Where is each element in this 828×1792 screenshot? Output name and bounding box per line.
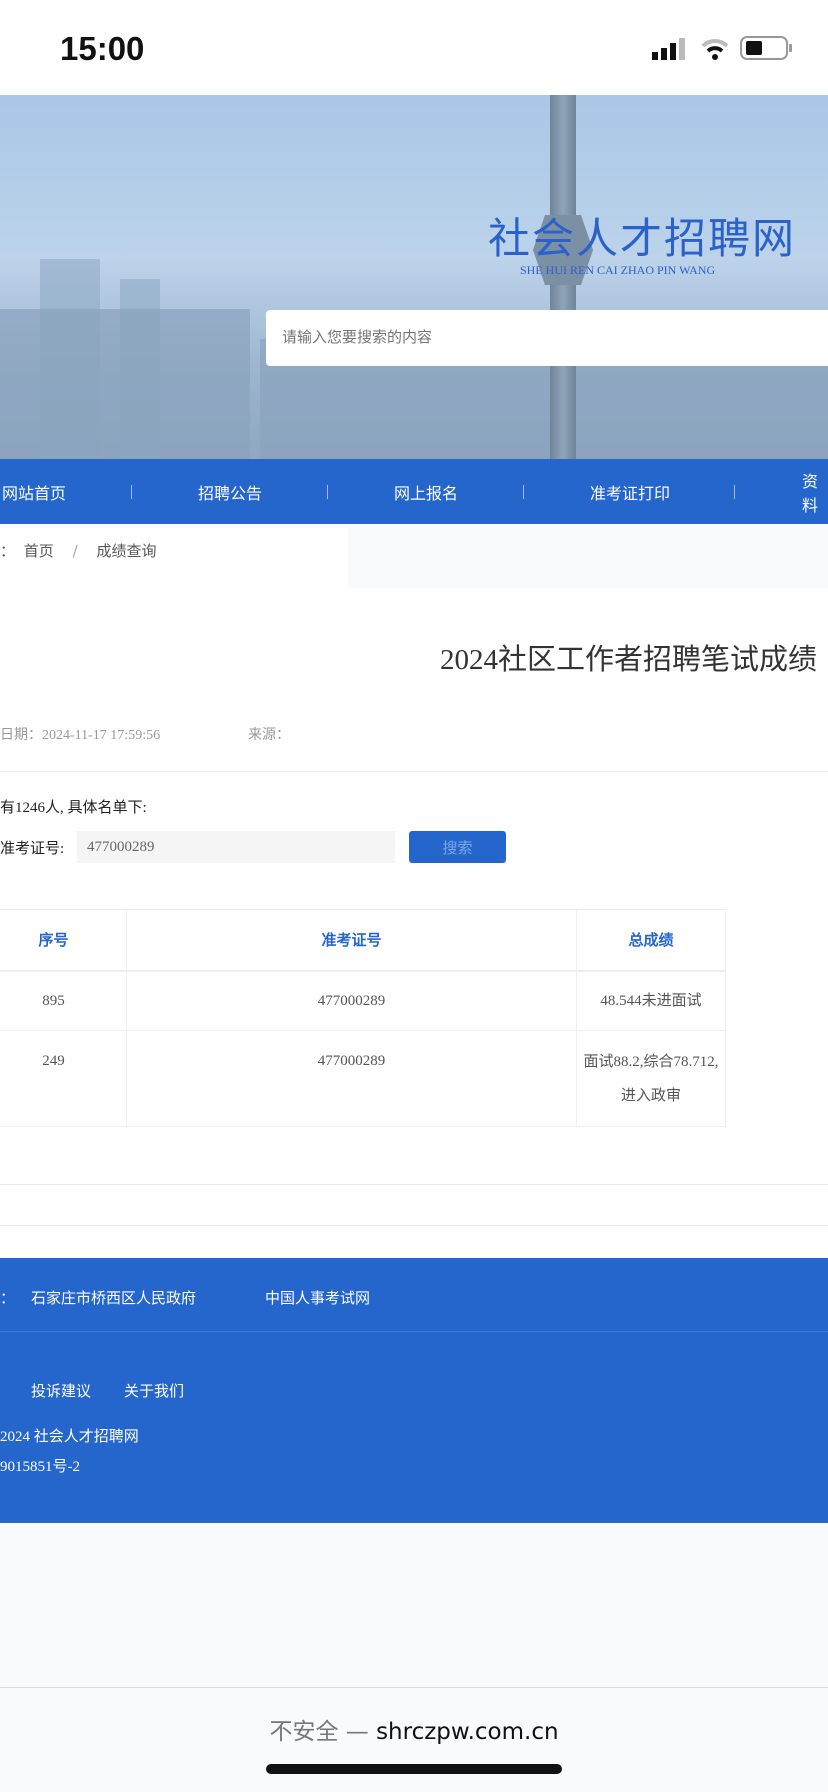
- summary-text: 有1246人, 具体名单下:: [0, 800, 147, 816]
- footer-icp[interactable]: 9015851号-2: [0, 1455, 80, 1476]
- nav-registration[interactable]: 网上报名: [394, 480, 458, 504]
- url-text: shrczpw.com.cn: [376, 1719, 559, 1745]
- cell-index: 895: [0, 970, 127, 1031]
- cell-admission: 477000289: [126, 970, 577, 1031]
- status-bar: 15:00: [0, 0, 828, 95]
- nav-materials[interactable]: 资料: [802, 468, 828, 516]
- article-date: 日期：2024-11-17 17:59:56: [0, 724, 160, 744]
- footer-link-complaint[interactable]: 投诉建议: [31, 1380, 91, 1401]
- footer-copyright: 2024 社会人才招聘网: [0, 1429, 139, 1445]
- main-nav: 网站首页 招聘公告 网上报名 准考证打印 资料: [0, 459, 828, 524]
- article-source: 来源：: [248, 728, 290, 743]
- address-bar-url[interactable]: 不安全 — shrczpw.com.cn: [0, 1712, 828, 1746]
- date-value: 2024-11-17 17:59:56: [42, 728, 161, 743]
- article-title: 2024社区工作者招聘笔试成绩: [440, 644, 818, 676]
- nav-home[interactable]: 网站首页: [2, 480, 66, 504]
- footer-link-exam[interactable]: 中国人事考试网: [265, 1287, 370, 1308]
- cell-index: 249: [0, 1030, 127, 1127]
- site-logo-title: 社会人才招聘网: [488, 214, 797, 263]
- footer-link-gov[interactable]: 石家庄市桥西区人民政府: [31, 1287, 196, 1308]
- insecure-label: 不安全 —: [269, 1719, 377, 1745]
- table-row: 249 477000289 面试88.2,综合78.712,进入政审: [0, 1030, 726, 1127]
- breadcrumb-separator: /: [72, 542, 78, 560]
- battery-icon: [740, 36, 792, 60]
- breadcrumb-current: 成绩查询: [96, 542, 157, 560]
- col-header-admission: 准考证号: [126, 909, 577, 972]
- cell-score: 面试88.2,综合78.712,进入政审: [576, 1030, 726, 1127]
- site-logo-subtitle: SHE HUI REN CAI ZHAO PIN WANG: [520, 263, 716, 277]
- divider: [0, 1184, 828, 1185]
- nav-announcements[interactable]: 招聘公告: [198, 480, 262, 504]
- footer-divider: [0, 1331, 828, 1332]
- home-indicator[interactable]: [266, 1764, 562, 1774]
- breadcrumb-prefix: ：: [0, 542, 16, 560]
- footer: ： 石家庄市桥西区人民政府 中国人事考试网 投诉建议 关于我们 2024 社会人…: [0, 1258, 828, 1523]
- divider: [0, 1225, 828, 1226]
- status-time: 15:00: [60, 30, 145, 67]
- col-header-index: 序号: [0, 909, 127, 972]
- site-search-input[interactable]: [266, 310, 828, 366]
- breadcrumb-home[interactable]: 首页: [24, 542, 54, 560]
- footer-links-prefix: ：: [0, 1289, 16, 1307]
- admission-number-input[interactable]: [77, 831, 395, 863]
- search-button[interactable]: 搜索: [409, 831, 506, 863]
- signal-icon: [652, 38, 685, 60]
- footer-link-about[interactable]: 关于我们: [124, 1380, 184, 1401]
- cell-score: 48.544未进面试: [576, 970, 726, 1031]
- divider: [0, 771, 828, 772]
- table-row: 895 477000289 48.544未进面试: [0, 970, 726, 1031]
- cell-admission: 477000289: [126, 1030, 577, 1127]
- col-header-score: 总成绩: [576, 909, 726, 972]
- score-table: 序号 准考证号 总成绩 895 477000289 48.544未进面试 249…: [0, 909, 726, 1127]
- nav-admission-ticket[interactable]: 准考证打印: [590, 480, 670, 504]
- breadcrumb: ： 首页 / 成绩查询: [0, 528, 348, 588]
- wifi-icon: [701, 39, 729, 60]
- date-label: 日期：: [0, 728, 42, 743]
- query-label: 准考证号:: [0, 841, 65, 857]
- table-header: 序号 准考证号 总成绩: [0, 909, 726, 972]
- header-banner: 社会人才招聘网 SHE HUI REN CAI ZHAO PIN WANG: [0, 95, 828, 459]
